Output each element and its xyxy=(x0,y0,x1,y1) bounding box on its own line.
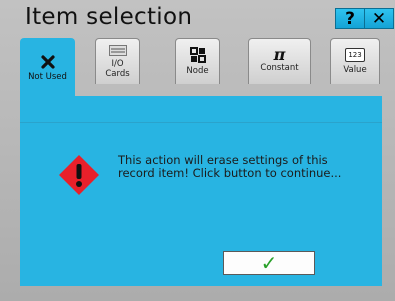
tab-node[interactable]: Node xyxy=(175,38,220,84)
node-icon xyxy=(189,47,206,63)
confirm-button[interactable]: ✓ xyxy=(223,251,315,275)
io-card-icon xyxy=(108,44,127,56)
tab-label: Constant xyxy=(260,63,299,73)
panel-divider xyxy=(20,122,382,123)
tab-label: Node xyxy=(186,66,209,76)
tab-constant[interactable]: π Constant xyxy=(248,38,311,84)
window-frame: Item selection ? ✕ Not Used I/O Cards No… xyxy=(0,0,395,301)
warning-message: This action will erase settings of this … xyxy=(118,153,342,180)
pi-icon: π xyxy=(273,45,286,64)
close-button[interactable]: ✕ xyxy=(364,8,394,29)
value-123-icon: 123 xyxy=(345,48,365,62)
content-panel: This action will erase settings of this … xyxy=(20,96,382,286)
tab-io-cards[interactable]: I/O Cards xyxy=(95,38,140,84)
tab-value[interactable]: 123 Value xyxy=(330,38,380,84)
help-button[interactable]: ? xyxy=(335,8,365,29)
tab-label: Not Used xyxy=(28,72,67,82)
warning-icon xyxy=(57,153,101,197)
tab-label: Value xyxy=(343,65,367,75)
checkmark-icon: ✓ xyxy=(260,251,278,275)
tab-label: I/O Cards xyxy=(105,58,130,79)
window-title: Item selection xyxy=(25,4,193,30)
tab-not-used[interactable]: Not Used xyxy=(20,38,75,98)
x-icon xyxy=(40,55,55,69)
